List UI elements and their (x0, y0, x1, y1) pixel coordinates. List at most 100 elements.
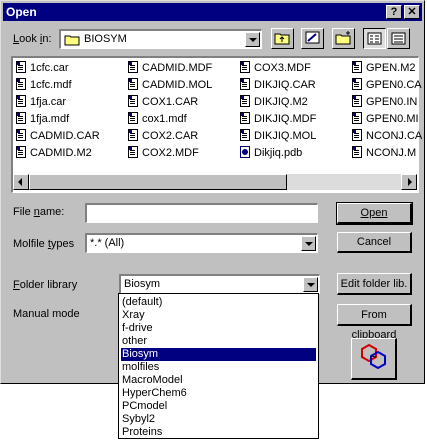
file-list-item[interactable]: 1fja.car (16, 94, 66, 110)
molfile-icon (352, 95, 362, 108)
molfile-types-dropdown[interactable]: *.* (All) (85, 233, 318, 253)
file-list-item[interactable]: GPEN0.MI (352, 111, 419, 127)
folder-library-option[interactable]: f-drive (121, 322, 316, 335)
file-list-item[interactable]: DIKJIQ.MOL (240, 128, 316, 144)
title-bar: Open ? ✕ (3, 3, 422, 21)
folder-library-option[interactable]: Xray (121, 309, 316, 322)
file-name-input[interactable] (85, 203, 318, 223)
desktop-button[interactable] (301, 28, 324, 49)
file-list-item[interactable]: 1fja.mdf (16, 111, 69, 127)
file-list-item[interactable]: GPEN.M2 (352, 60, 416, 76)
molfile-icon (352, 78, 362, 91)
molfile-icon (16, 112, 26, 125)
file-list-item[interactable]: DIKJIQ.M2 (240, 94, 308, 110)
close-button[interactable]: ✕ (404, 5, 420, 19)
folder-library-listbox[interactable]: (default) Xray f-drive other Biosym molfiles M… (118, 293, 319, 439)
folder-icon (64, 34, 80, 46)
molfile-types-dropdown-arrow[interactable] (301, 236, 316, 251)
horizontal-scrollbar[interactable] (13, 174, 417, 190)
file-name: 1cfc.mdf (30, 79, 72, 91)
details-view-button[interactable] (387, 28, 410, 49)
file-list-item[interactable]: NCONJ.M (352, 145, 416, 161)
edit-folder-lib-button[interactable]: Edit folder lib. (337, 273, 412, 295)
up-folder-button[interactable] (271, 28, 294, 49)
cancel-button[interactable]: Cancel (337, 232, 412, 253)
list-view-icon (367, 32, 382, 45)
molfile-types-label: Molfile types (13, 238, 75, 250)
file-name: GPEN0.CA (366, 79, 422, 91)
file-list-item[interactable]: CADMID.MDF (128, 60, 212, 76)
folder-library-option[interactable]: other (121, 335, 316, 348)
molfile-icon (352, 61, 362, 74)
file-name: GPEN0.IN (366, 96, 418, 108)
folder-library-option[interactable]: Sybyl2 (121, 413, 316, 426)
file-name: DIKJIQ.CAR (254, 79, 316, 91)
file-list-item[interactable]: CADMID.CAR (16, 128, 100, 144)
molfile-icon (240, 112, 250, 125)
molecule-preview-button[interactable] (351, 338, 397, 380)
help-button[interactable]: ? (386, 5, 402, 19)
molfile-icon (16, 95, 26, 108)
molfile-icon (352, 112, 362, 125)
file-list-item[interactable]: DIKJIQ.MDF (240, 111, 316, 127)
file-name: GPEN0.MI (366, 113, 419, 125)
file-list-item[interactable]: NCONJ.CA (352, 128, 422, 144)
open-button[interactable]: Open (336, 202, 413, 225)
molfile-icon (128, 146, 138, 159)
file-name: NCONJ.M (366, 147, 417, 159)
file-name: DIKJIQ.MDF (254, 113, 317, 125)
scroll-right-button[interactable] (401, 174, 417, 190)
molfile-icon (352, 129, 362, 142)
file-list-item[interactable]: GPEN0.CA (352, 77, 422, 93)
look-in-dropdown[interactable]: BIOSYM (59, 29, 262, 49)
scroll-thumb[interactable] (29, 174, 287, 190)
file-name: COX2.MDF (142, 147, 199, 159)
file-name: cox1.mdf (142, 113, 187, 125)
folder-library-option[interactable]: HyperChem6 (121, 387, 316, 400)
file-list-item[interactable]: COX1.CAR (128, 94, 198, 110)
molfile-icon (128, 78, 138, 91)
molfile-icon (128, 95, 138, 108)
file-name: COX1.CAR (142, 96, 199, 108)
file-list-item[interactable]: COX2.CAR (128, 128, 198, 144)
scroll-left-button[interactable] (13, 174, 29, 190)
file-list-item[interactable]: CADMID.M2 (16, 145, 92, 161)
folder-library-dropdown[interactable]: Biosym (119, 274, 320, 294)
file-list-item[interactable]: CADMID.MOL (128, 77, 212, 93)
folder-library-option[interactable]: Proteins (121, 426, 316, 439)
file-list[interactable]: 1cfc.car 1cfc.mdf 1fja.car 1fja.mdf CADMID.C… (11, 56, 422, 193)
molfile-types-value: *.* (All) (90, 237, 125, 249)
folder-library-dropdown-arrow[interactable] (303, 277, 318, 292)
molfile-icon (128, 61, 138, 74)
file-list-item[interactable]: COX2.MDF (128, 145, 199, 161)
file-list-item[interactable]: 1cfc.car (16, 60, 69, 76)
look-in-dropdown-arrow[interactable] (245, 32, 260, 47)
file-name: CADMID.MDF (142, 62, 213, 74)
file-list-item[interactable]: DIKJIQ.CAR (240, 77, 316, 93)
new-folder-button[interactable] (332, 28, 355, 49)
file-list-item[interactable]: cox1.mdf (128, 111, 187, 127)
molfile-icon (16, 61, 26, 74)
from-clipboard-button[interactable]: From clipboard (337, 304, 412, 341)
folder-library-option[interactable]: molfiles (121, 361, 316, 374)
folder-library-option[interactable]: PCmodel (121, 400, 316, 413)
molfile-icon (16, 129, 26, 142)
molfile-icon (240, 61, 250, 74)
molfile-icon (240, 129, 250, 142)
file-name: DIKJIQ.MOL (254, 130, 317, 142)
folder-library-option[interactable]: MacroModel (121, 374, 316, 387)
open-button-label: Open (360, 207, 388, 219)
molfile-icon (128, 112, 138, 125)
file-list-item[interactable]: Dikjiq.pdb (240, 145, 302, 161)
edit-folder-lib-label: Edit folder lib. (340, 278, 408, 290)
file-name: GPEN.M2 (366, 62, 416, 74)
folder-library-option[interactable]: Biosym (121, 348, 316, 361)
file-name: 1cfc.car (30, 62, 69, 74)
file-list-item[interactable]: GPEN0.IN (352, 94, 417, 110)
list-view-button[interactable] (363, 28, 386, 49)
molfile-icon (16, 146, 26, 159)
file-list-item[interactable]: COX3.MDF (240, 60, 311, 76)
folder-library-option[interactable]: (default) (121, 296, 316, 309)
file-list-item[interactable]: 1cfc.mdf (16, 77, 72, 93)
molfile-icon (16, 78, 26, 91)
